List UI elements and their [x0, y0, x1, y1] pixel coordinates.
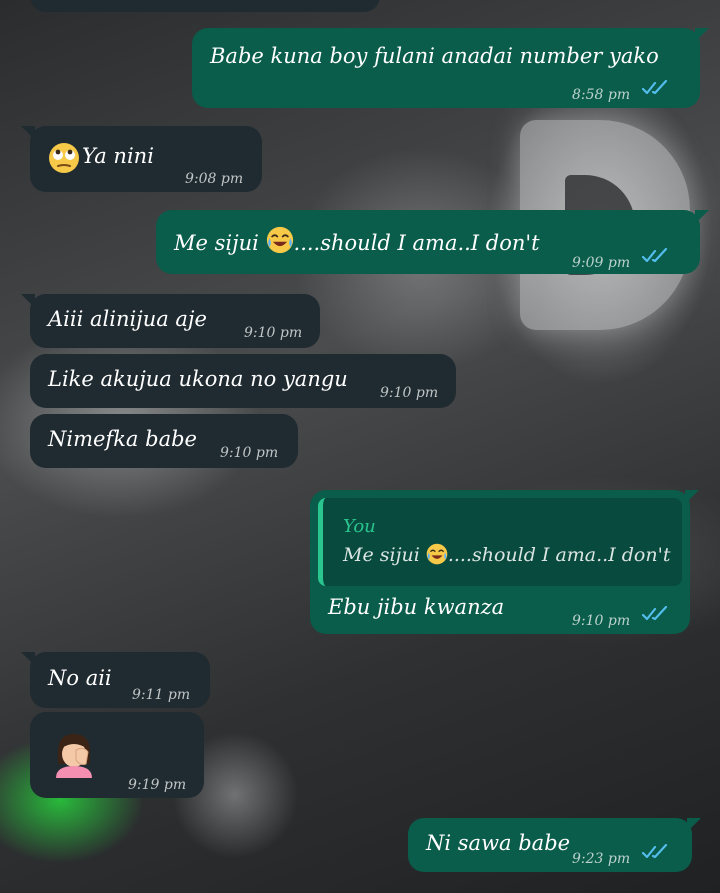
message-time: 9:09 pm: [572, 255, 631, 271]
message-bubble-incoming[interactable]: Aiii alinijua aje 9:10 pm: [21, 294, 320, 348]
message-time: 8:58 pm: [572, 87, 631, 103]
message-time: 9:10 pm: [380, 385, 439, 401]
quoted-text: Me sijui ....should I ama..I don't: [343, 543, 671, 566]
message-bubble-incoming[interactable]: Like akujua ukona no yangu 9:10 pm: [30, 354, 456, 408]
message-bubble-partial[interactable]: [30, 0, 380, 12]
double-check-icon: [642, 80, 668, 95]
message-time: 9:11 pm: [132, 687, 191, 703]
tears-of-joy-emoji-icon: [266, 226, 293, 254]
message-text: Me sijui ....should I ama..I don't: [174, 226, 540, 256]
message-bubble-incoming[interactable]: Nimefka babe 9:10 pm: [30, 414, 298, 468]
message-bubble-incoming[interactable]: Ya nini 9:08 pm: [21, 126, 262, 192]
eye-roll-emoji-icon: [49, 143, 79, 173]
message-time: 9:10 pm: [572, 613, 631, 629]
message-time: 9:10 pm: [220, 445, 279, 461]
message-text: Nimefka babe: [48, 427, 197, 451]
message-text: Aiii alinijua aje: [48, 307, 207, 331]
message-time: 9:23 pm: [572, 851, 631, 867]
double-check-icon: [642, 248, 668, 263]
message-text: No aii: [48, 666, 112, 690]
tears-of-joy-emoji-icon: [426, 543, 448, 565]
message-bubble-outgoing[interactable]: Me sijui ....should I ama..I don't 9:09 …: [156, 210, 709, 274]
message-bubble-outgoing[interactable]: Ni sawa babe 9:23 pm: [408, 818, 701, 872]
quoted-author: You: [343, 516, 376, 537]
message-bubble-incoming[interactable]: 9:19 pm: [30, 712, 204, 798]
message-time: 9:10 pm: [244, 325, 303, 341]
message-bubble-outgoing[interactable]: Babe kuna boy fulani anadai number yako …: [192, 28, 709, 108]
message-text: Ni sawa babe: [426, 831, 571, 855]
message-time: 9:08 pm: [185, 171, 244, 187]
quoted-message[interactable]: You Me sijui ....should I ama..I don't: [318, 498, 682, 586]
message-time: 9:19 pm: [128, 777, 187, 793]
message-text: Like akujua ukona no yangu: [48, 367, 348, 391]
message-bubble-incoming[interactable]: No aii 9:11 pm: [21, 652, 210, 708]
double-check-icon: [642, 844, 668, 859]
double-check-icon: [642, 606, 668, 621]
message-bubble-outgoing-reply[interactable]: You Me sijui ....should I ama..I don't E…: [310, 490, 699, 634]
woman-facepalming-emoji-icon: [56, 734, 92, 778]
message-text: Ebu jibu kwanza: [328, 595, 505, 619]
message-text: Babe kuna boy fulani anadai number yako: [210, 44, 659, 68]
message-text: Ya nini: [82, 144, 154, 168]
